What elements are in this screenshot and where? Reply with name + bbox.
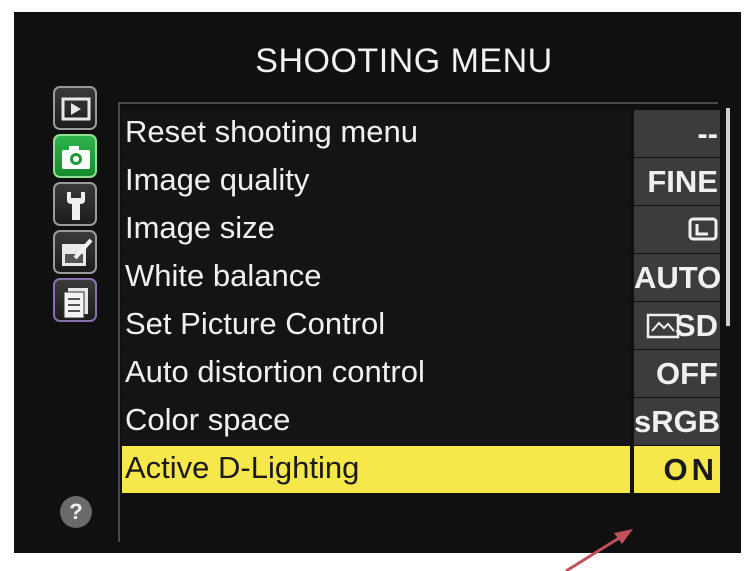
screenshot-frame: SHOOTING MENU Reset shooting menu -- Ima…: [0, 0, 751, 571]
annotation-arrow-icon: [565, 529, 633, 571]
